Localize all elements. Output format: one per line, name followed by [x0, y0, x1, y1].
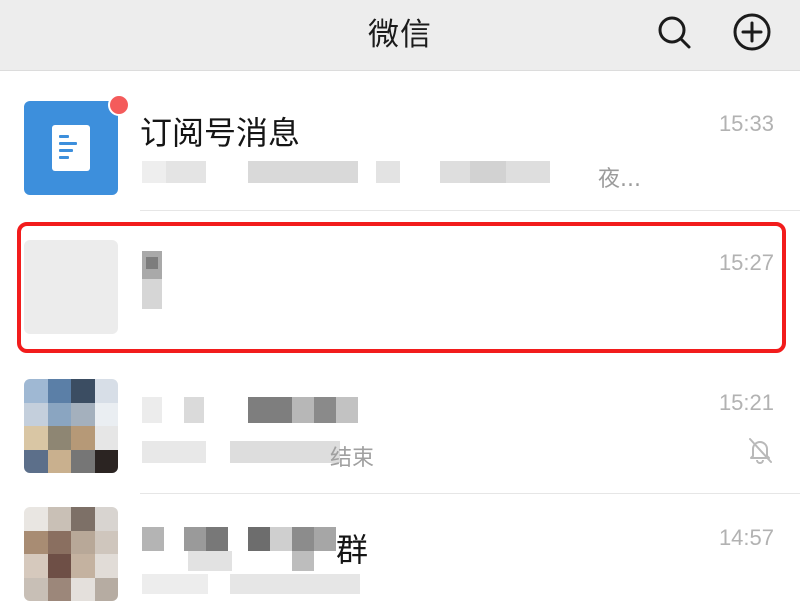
search-button[interactable] — [652, 10, 696, 54]
blurred-chat-name — [314, 527, 336, 551]
chat-preview: 结束 — [330, 446, 375, 471]
blurred-chat-name — [292, 397, 314, 423]
blurred-chat-name — [206, 527, 228, 551]
add-button[interactable] — [730, 10, 774, 54]
document-icon — [52, 125, 90, 171]
chat-avatar — [24, 507, 118, 601]
chat-name: 订阅号消息 — [140, 114, 301, 152]
chat-row-group[interactable]: 群 14:57 — [0, 494, 800, 601]
blurred-chat-name — [184, 527, 206, 551]
blurred-chat-name — [188, 551, 232, 571]
blurred-chat-name — [184, 397, 204, 423]
blurred-chat-name — [292, 527, 314, 551]
blurred-preview-text — [142, 441, 206, 463]
blurred-chat-name — [292, 551, 314, 571]
blurred-preview-text — [230, 574, 360, 594]
subscription-avatar — [24, 101, 118, 195]
mute-indicator — [744, 434, 776, 466]
blurred-chat-name — [248, 397, 292, 423]
unread-badge — [108, 94, 130, 116]
blurred-preview-text — [248, 161, 358, 183]
top-bar: 微信 — [0, 0, 800, 71]
blurred-preview-text — [470, 161, 506, 183]
chat-time: 15:33 — [718, 111, 774, 136]
chat-time: 15:21 — [718, 390, 774, 415]
blurred-preview-text — [376, 161, 400, 183]
chat-name: 群 — [336, 531, 369, 569]
blurred-chat-name — [142, 527, 164, 551]
plus-circle-icon — [733, 13, 771, 51]
chat-row-muted[interactable]: 15:21 结束 — [0, 363, 800, 494]
blurred-preview-text — [142, 574, 208, 594]
chat-avatar — [24, 379, 118, 473]
blurred-preview-text — [166, 161, 206, 183]
highlight-annotation — [17, 222, 786, 353]
blurred-preview-text — [230, 441, 340, 463]
blurred-chat-name — [270, 527, 292, 551]
blurred-chat-name — [248, 527, 270, 551]
muted-bell-icon — [749, 438, 772, 464]
blurred-chat-name — [142, 397, 162, 423]
chat-time: 14:57 — [718, 525, 774, 550]
chat-preview: 夜... — [598, 167, 641, 192]
blurred-chat-name — [336, 397, 358, 423]
chat-row-subscriptions[interactable]: 订阅号消息 15:33 夜... — [0, 71, 800, 211]
blurred-chat-name — [314, 397, 336, 423]
search-icon — [658, 16, 691, 49]
